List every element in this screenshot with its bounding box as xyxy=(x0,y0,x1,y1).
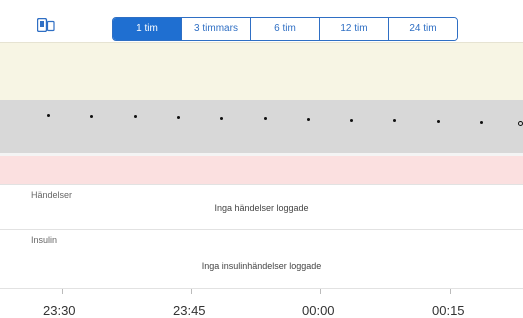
range-24h-button[interactable]: 24 tim xyxy=(389,18,457,40)
range-12h-button[interactable]: 12 tim xyxy=(320,18,389,40)
glucose-reading-point xyxy=(306,117,310,121)
time-range-selector: 1 tim 3 timmars 6 tim 12 tim 24 tim xyxy=(112,17,458,41)
events-empty-message: Inga händelser loggade xyxy=(214,203,309,213)
glucose-reading-point xyxy=(90,114,94,118)
insulin-section: Insulin Inga insulinhändelser loggade xyxy=(0,229,523,289)
high-range-band xyxy=(0,42,523,101)
glucose-reading-point xyxy=(133,115,137,119)
insulin-empty-message: Inga insulinhändelser loggade xyxy=(201,261,322,271)
toolbar: 1 tim 3 timmars 6 tim 12 tim 24 tim xyxy=(0,0,523,42)
range-1h-button[interactable]: 1 tim xyxy=(113,18,182,40)
time-axis: 23:30 23:45 00:00 00:15 xyxy=(0,288,523,318)
time-label: 00:15 xyxy=(432,303,465,318)
glucose-reading-point xyxy=(176,115,180,119)
time-label: 23:45 xyxy=(173,303,206,318)
glucose-reading-point xyxy=(350,118,354,122)
tick-mark xyxy=(320,289,321,294)
glucose-reading-point xyxy=(436,119,440,123)
glucose-reading-point xyxy=(480,120,483,124)
events-title: Händelser xyxy=(31,190,73,200)
glucose-reading-point xyxy=(518,121,523,127)
low-range-band xyxy=(0,156,523,185)
glucose-reading-point xyxy=(47,114,50,117)
glucose-reading-point xyxy=(263,117,267,121)
glucose-reading-point xyxy=(393,119,397,123)
range-3h-button[interactable]: 3 timmars xyxy=(182,18,251,40)
range-6h-button[interactable]: 6 tim xyxy=(251,18,320,40)
time-label: 00:00 xyxy=(302,303,335,318)
tick-mark xyxy=(450,289,451,294)
glucose-reading-point xyxy=(220,116,224,120)
device-icon[interactable] xyxy=(37,18,55,32)
time-label: 23:30 xyxy=(43,303,76,318)
events-section: Händelser Inga händelser loggade xyxy=(0,184,523,230)
tick-mark xyxy=(191,289,192,294)
target-range-band xyxy=(0,100,523,153)
tick-mark xyxy=(62,289,63,294)
insulin-title: Insulin xyxy=(31,235,58,245)
